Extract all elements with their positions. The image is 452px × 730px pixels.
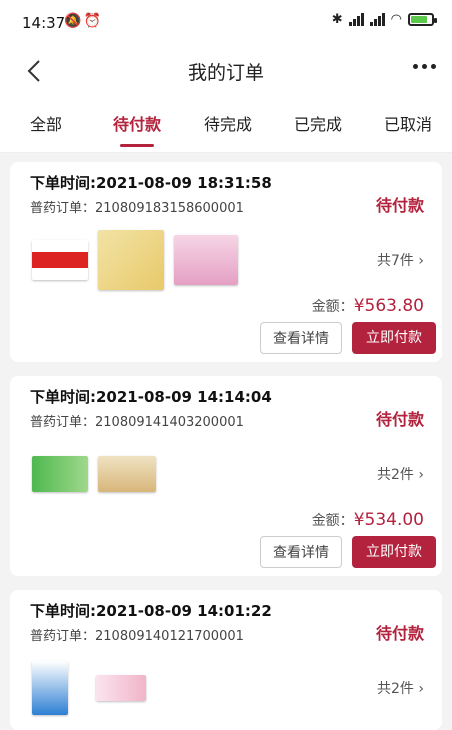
pay-now-button[interactable]: 立即付款	[352, 322, 436, 354]
order-tabs: 全部 待付款 待完成 已完成 已取消	[0, 98, 452, 153]
tab-pending-complete[interactable]: 待完成	[196, 98, 260, 152]
order-time: 下单时间:2021-08-09 18:31:58	[30, 174, 272, 192]
mute-icon: 🔕	[64, 13, 84, 29]
product-thumbnails[interactable]	[32, 228, 238, 292]
product-image	[32, 661, 68, 715]
tab-cancelled[interactable]: 已取消	[376, 98, 440, 152]
status-bar: 14:37 🔕⏰ ✱ ◠	[0, 0, 452, 44]
chevron-right-icon: ›	[418, 681, 424, 697]
order-time: 下单时间:2021-08-09 14:01:22	[30, 602, 272, 620]
alarm-icon: ⏰	[83, 13, 103, 29]
signal-icon	[369, 13, 385, 26]
order-number: 普药订单：210809183158600001	[30, 201, 244, 216]
tab-completed[interactable]: 已完成	[286, 98, 350, 152]
wifi-icon: ◠	[390, 12, 402, 27]
view-details-button[interactable]: 查看详情	[260, 536, 342, 568]
order-card[interactable]: 下单时间:2021-08-09 18:31:58 普药订单：2108091831…	[10, 162, 442, 362]
view-details-button[interactable]: 查看详情	[260, 322, 342, 354]
signal-icon	[348, 13, 364, 26]
order-number: 普药订单：210809140121700001	[30, 629, 244, 644]
product-image	[96, 675, 146, 701]
order-status: 待付款	[375, 196, 424, 215]
battery-icon	[408, 13, 437, 26]
more-icon[interactable]	[413, 64, 436, 69]
order-status: 待付款	[375, 410, 424, 429]
order-number: 普药订单：210809141403200001	[30, 415, 244, 430]
bluetooth-icon: ✱	[331, 12, 343, 27]
product-image	[98, 456, 156, 492]
status-time: 14:37	[22, 14, 66, 32]
order-amount: 金额：¥534.00	[311, 510, 424, 530]
product-count[interactable]: 共7件 ›	[377, 250, 424, 270]
amount-value: ¥534.00	[353, 510, 424, 530]
tab-all[interactable]: 全部	[16, 98, 76, 152]
amount-value: ¥563.80	[353, 296, 424, 316]
product-image	[32, 240, 88, 280]
order-time: 下单时间:2021-08-09 14:14:04	[30, 388, 272, 406]
product-image	[174, 235, 238, 285]
nav-bar: 我的订单	[0, 44, 452, 98]
chevron-right-icon: ›	[418, 253, 424, 269]
product-thumbnails[interactable]	[32, 656, 146, 720]
product-count[interactable]: 共2件 ›	[377, 678, 424, 698]
chevron-right-icon: ›	[418, 467, 424, 483]
order-card[interactable]: 下单时间:2021-08-09 14:01:22 普药订单：2108091401…	[10, 590, 442, 730]
product-image	[98, 230, 164, 290]
page-title: 我的订单	[187, 62, 264, 84]
pay-now-button[interactable]: 立即付款	[352, 536, 436, 568]
order-amount: 金额：¥563.80	[311, 296, 424, 316]
tab-pending-payment[interactable]: 待付款	[104, 98, 170, 152]
order-status: 待付款	[375, 624, 424, 643]
product-thumbnails[interactable]	[32, 442, 156, 506]
product-count[interactable]: 共2件 ›	[377, 464, 424, 484]
order-card[interactable]: 下单时间:2021-08-09 14:14:04 普药订单：2108091414…	[10, 376, 442, 576]
product-image	[32, 456, 88, 492]
tab-underline	[120, 144, 154, 147]
